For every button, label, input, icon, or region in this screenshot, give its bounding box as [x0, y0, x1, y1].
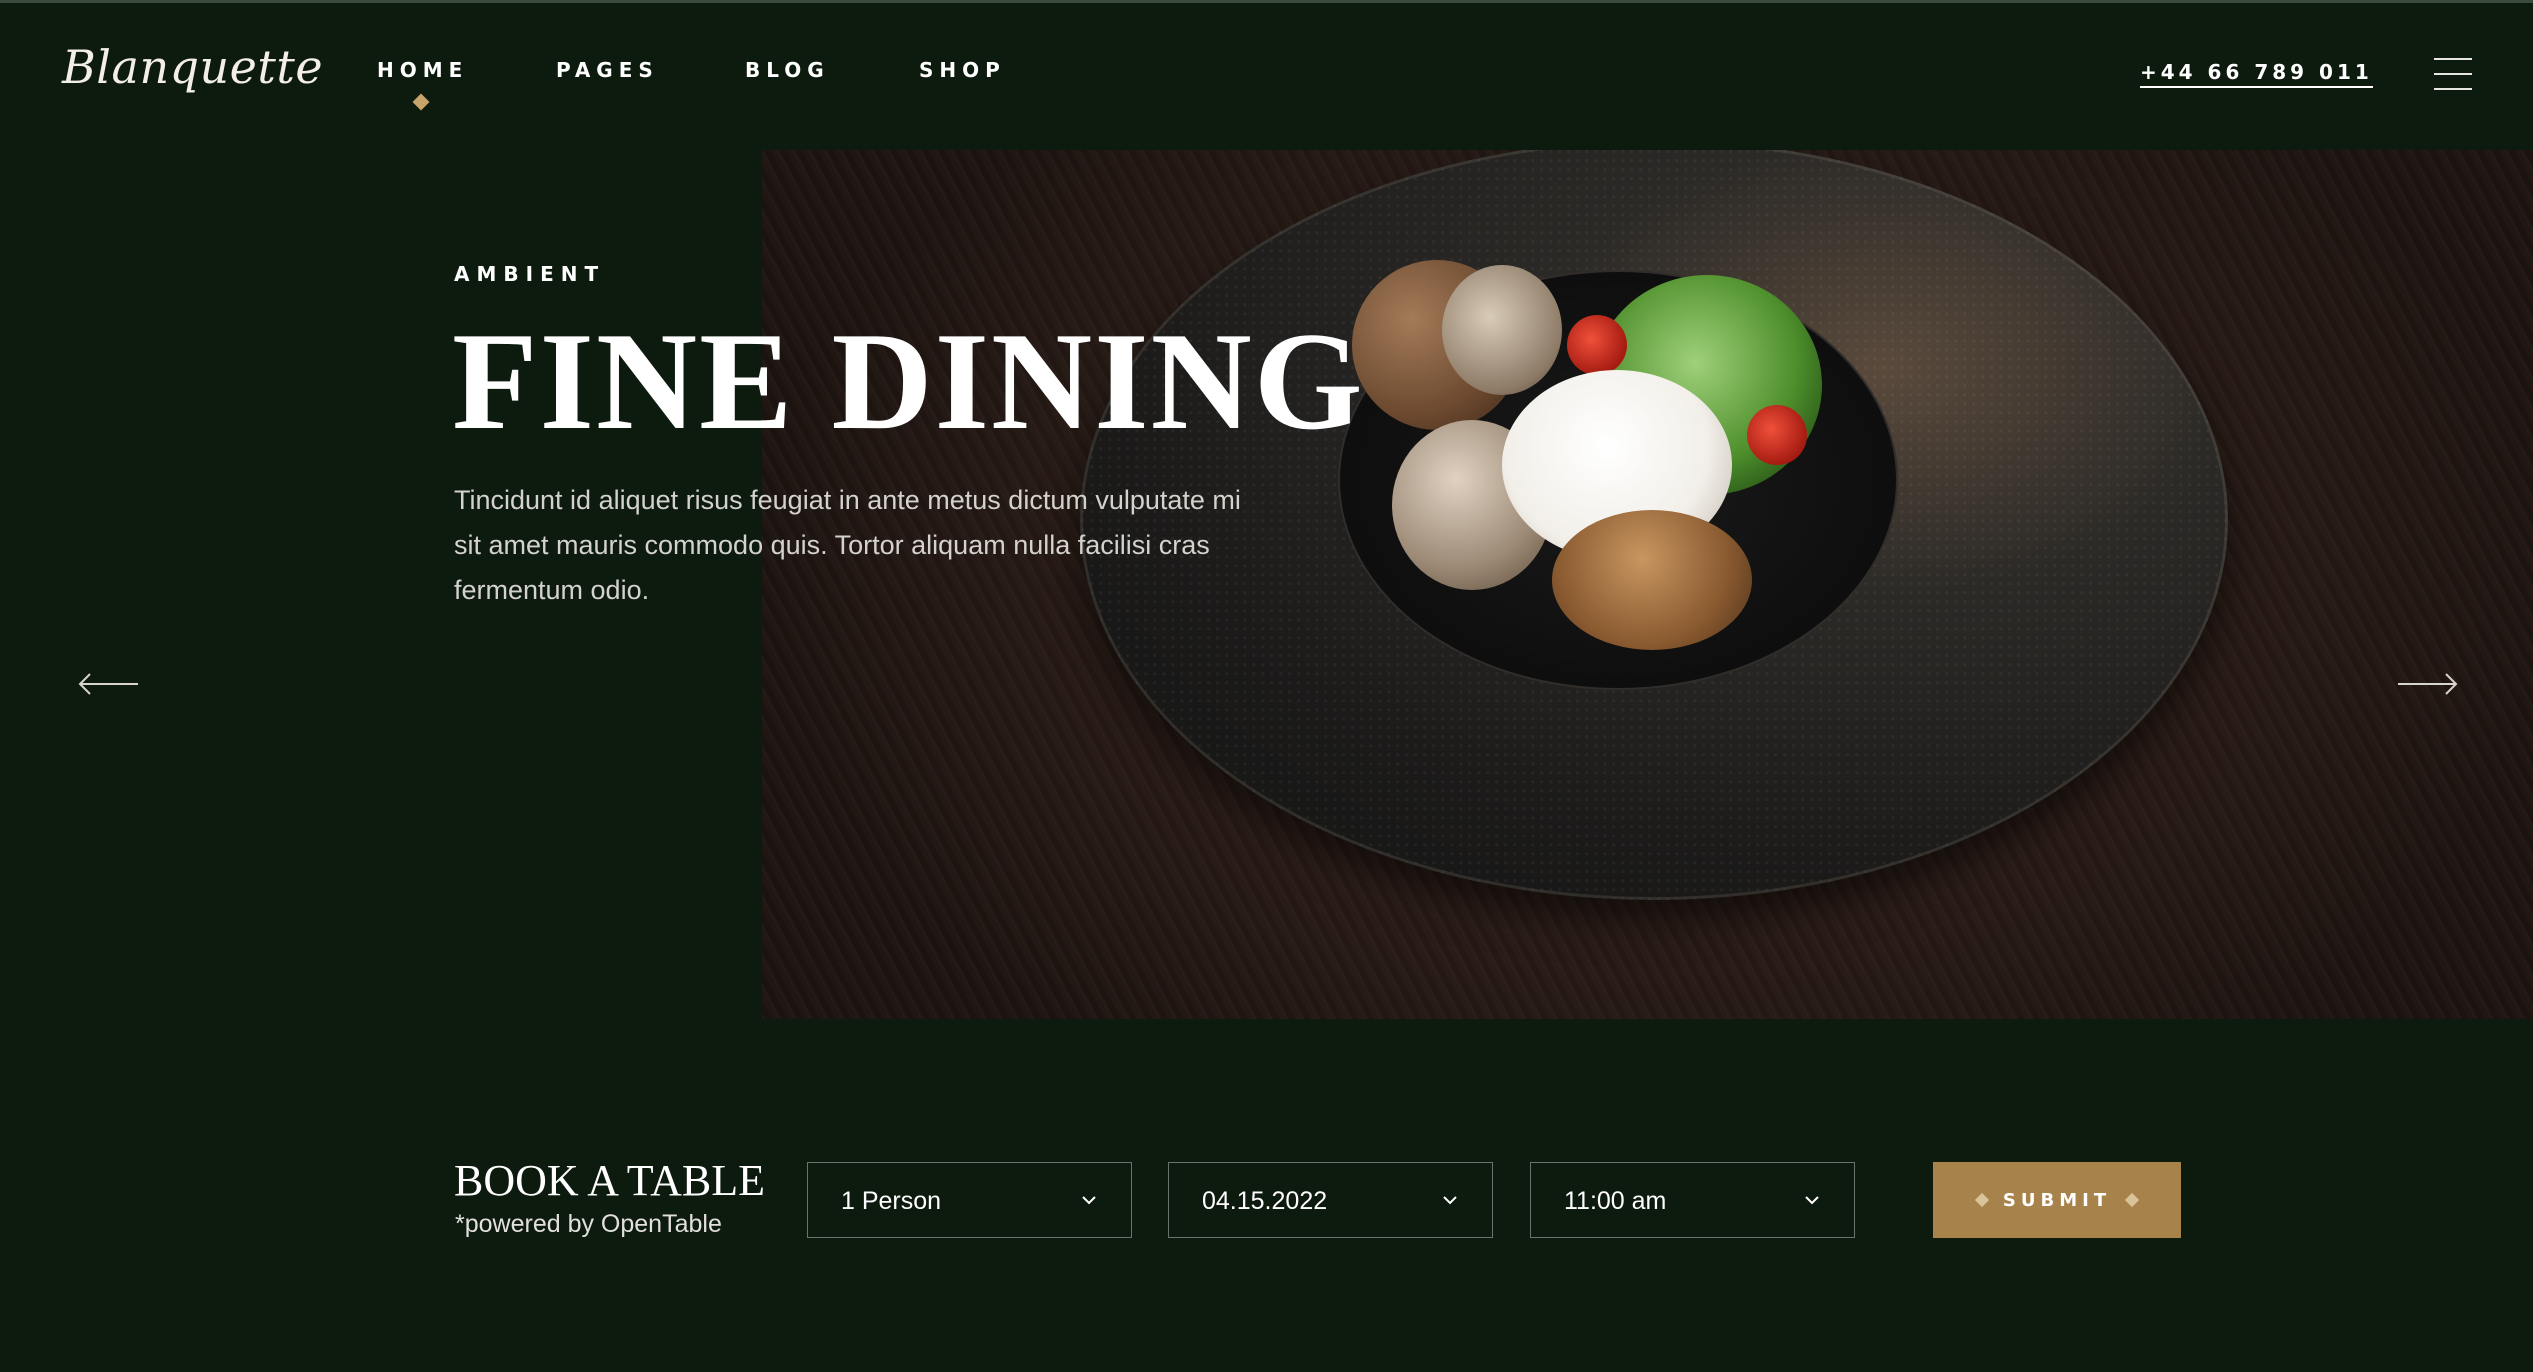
nav-item-label: SHOP: [919, 58, 1006, 82]
time-select[interactable]: 11:00 am: [1530, 1162, 1855, 1238]
diamond-icon: [2125, 1192, 2140, 1208]
submit-button[interactable]: SUBMIT: [1933, 1162, 2181, 1238]
nav-item-label: PAGES: [556, 58, 659, 82]
diamond-icon: [1974, 1192, 1989, 1208]
chevron-down-icon: [1805, 1196, 1819, 1205]
top-border: [0, 0, 2533, 3]
date-value: 04.15.2022: [1202, 1187, 1328, 1215]
arrow-right-icon[interactable]: [2396, 660, 2460, 708]
nav-item-shop[interactable]: SHOP: [919, 58, 1006, 82]
hero-eyebrow: AMBIENT: [454, 262, 606, 286]
chevron-down-icon: [1082, 1196, 1096, 1205]
hero-description: Tincidunt id aliquet risus feugiat in an…: [454, 485, 1241, 605]
persons-select[interactable]: 1 Person: [807, 1162, 1132, 1238]
date-select[interactable]: 04.15.2022: [1168, 1162, 1493, 1238]
hero-title: FINE DINING: [452, 304, 1365, 459]
nav-item-blog[interactable]: BLOG: [745, 58, 830, 82]
booking-title: BOOK A TABLE: [454, 1156, 766, 1205]
hamburger-icon[interactable]: [2434, 58, 2472, 92]
booking-subtitle: *powered by OpenTable: [455, 1210, 722, 1238]
phone-link[interactable]: +44 66 789 011: [2140, 60, 2373, 88]
nav-item-label: HOME: [377, 58, 469, 82]
nav-item-home[interactable]: HOME: [377, 58, 469, 111]
brand-logo[interactable]: Blanquette: [62, 40, 323, 94]
chevron-down-icon: [1443, 1196, 1457, 1205]
arrow-left-icon[interactable]: [76, 660, 140, 708]
submit-label: SUBMIT: [2002, 1189, 2112, 1211]
persons-value: 1 Person: [841, 1187, 942, 1215]
active-indicator-icon: [412, 93, 430, 111]
time-value: 11:00 am: [1564, 1187, 1667, 1215]
nav-item-pages[interactable]: PAGES: [556, 58, 659, 82]
nav-item-label: BLOG: [745, 58, 830, 82]
